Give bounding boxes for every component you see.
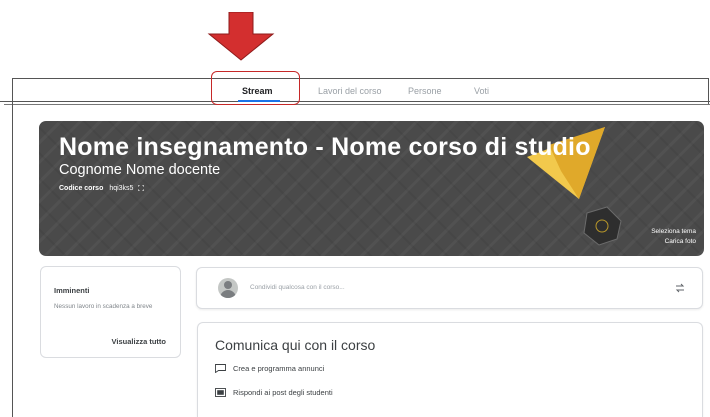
tab-persone[interactable]: Persone: [408, 86, 442, 96]
communicate-card: Comunica qui con il corso Crea e program…: [197, 322, 703, 417]
course-code-label: Codice corso: [59, 185, 104, 192]
avatar: [218, 278, 238, 298]
banner-theme-links: Seleziona tema Carica foto: [651, 227, 696, 247]
upcoming-title: Imminenti: [54, 286, 90, 295]
repost-icon[interactable]: [674, 282, 686, 294]
course-code: Codice corso hqi3ks5: [59, 185, 145, 192]
upcoming-empty-text: Nessun lavoro in scadenza a breve: [54, 303, 153, 310]
course-title: Nome insegnamento - Nome corso di studio: [59, 133, 591, 161]
announcement-icon: [215, 364, 226, 373]
select-theme-link[interactable]: Seleziona tema: [651, 227, 696, 237]
course-code-value: hqi3ks5: [109, 185, 134, 192]
tab-voti[interactable]: Voti: [474, 86, 489, 96]
upload-photo-link[interactable]: Carica foto: [651, 237, 696, 247]
share-placeholder: Condividi qualcosa con il corso...: [250, 284, 345, 291]
annotation-arrow-icon: [207, 12, 275, 61]
tab-lavori-del-corso[interactable]: Lavori del corso: [318, 86, 382, 96]
course-banner: Nome insegnamento - Nome corso di studio…: [39, 121, 704, 256]
upcoming-card: Imminenti Nessun lavoro in scadenza a br…: [40, 266, 181, 358]
reply-posts-item: Rispondi ai post degli studenti: [215, 388, 333, 397]
create-announcements-label: Crea e programma annunci: [233, 364, 325, 373]
tab-bar-divider: [0, 101, 710, 102]
fullscreen-icon[interactable]: [138, 185, 145, 191]
frame-left-border: [12, 104, 13, 417]
annotation-highlight-box: [211, 71, 300, 105]
reply-posts-label: Rispondi ai post degli studenti: [233, 388, 333, 397]
share-with-class-box[interactable]: Condividi qualcosa con il corso...: [196, 267, 703, 309]
create-announcements-item: Crea e programma annunci: [215, 364, 324, 373]
teacher-name: Cognome Nome docente: [59, 162, 221, 178]
frame-divider: [4, 104, 710, 105]
reply-posts-icon: [215, 388, 226, 397]
view-all-link[interactable]: Visualizza tutto: [112, 337, 166, 346]
communicate-title: Comunica qui con il corso: [215, 337, 376, 353]
